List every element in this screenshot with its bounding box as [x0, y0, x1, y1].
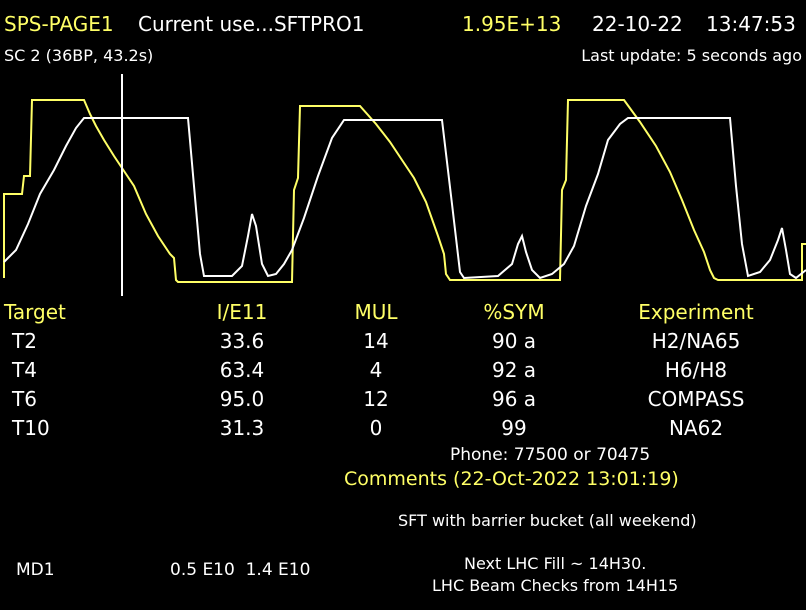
cell-intensity: 31.3 — [219, 416, 265, 440]
current-user: Current use...SFTPRO1 — [138, 12, 365, 36]
comment-line-1: SFT with barrier bucket (all weekend) — [398, 511, 697, 530]
cell-mul: 14 — [363, 329, 389, 353]
table-header: Target I/E11 MUL %SYM Experiment — [0, 300, 806, 329]
table-row: T4 63.4 4 92 a H6/H8 — [0, 358, 806, 387]
header-time: 13:47:53 — [706, 12, 796, 36]
cell-target: T10 — [12, 416, 50, 440]
cell-sym: 96 a — [491, 387, 537, 411]
page-id: SPS-PAGE1 — [4, 12, 114, 36]
cell-intensity: 33.6 — [219, 329, 265, 353]
cycle-plot — [3, 74, 806, 296]
cell-experiment: H2/NA65 — [651, 329, 741, 353]
header-mul: MUL — [354, 300, 398, 324]
cell-sym: 99 — [501, 416, 527, 440]
cell-experiment: H6/H8 — [664, 358, 728, 382]
magnet-cycle-trace — [3, 117, 806, 280]
header-experiment: Experiment — [638, 300, 754, 324]
cell-mul: 4 — [369, 358, 383, 382]
cell-intensity: 95.0 — [219, 387, 265, 411]
cell-experiment: NA62 — [668, 416, 724, 440]
cell-target: T4 — [12, 358, 37, 382]
md-values: 0.5 E10 1.4 E10 — [170, 560, 311, 580]
last-update: Last update: 5 seconds ago — [581, 46, 802, 65]
comment-line-2: Next LHC Fill ~ 14H30. — [464, 554, 647, 573]
table-row: T10 31.3 0 99 NA62 — [0, 416, 806, 445]
cell-target: T2 — [12, 329, 37, 353]
cell-target: T6 — [12, 387, 37, 411]
table-row: T6 95.0 12 96 a COMPASS — [0, 387, 806, 416]
phone-number: Phone: 77500 or 70475 — [450, 445, 651, 465]
cell-intensity: 63.4 — [219, 358, 265, 382]
cell-mul: 12 — [363, 387, 389, 411]
cell-sym: 92 a — [491, 358, 537, 382]
cell-experiment: COMPASS — [647, 387, 745, 411]
cycle-label: SC 2 (36BP, 43.2s) — [4, 46, 154, 65]
intensity-trace — [3, 99, 806, 283]
cell-sym: 90 a — [491, 329, 537, 353]
beam-intensity: 1.95E+13 — [462, 12, 562, 36]
comments-title: Comments (22-Oct-2022 13:01:19) — [344, 468, 679, 490]
header-intensity: I/E11 — [216, 300, 268, 324]
header-date: 22-10-22 — [592, 12, 683, 36]
cell-mul: 0 — [369, 416, 383, 440]
comment-line-3: LHC Beam Checks from 14H15 — [432, 576, 679, 595]
md-label: MD1 — [16, 560, 55, 580]
table-row: T2 33.6 14 90 a H2/NA65 — [0, 329, 806, 358]
header-target: Target — [4, 300, 66, 324]
header-sym: %SYM — [483, 300, 545, 324]
